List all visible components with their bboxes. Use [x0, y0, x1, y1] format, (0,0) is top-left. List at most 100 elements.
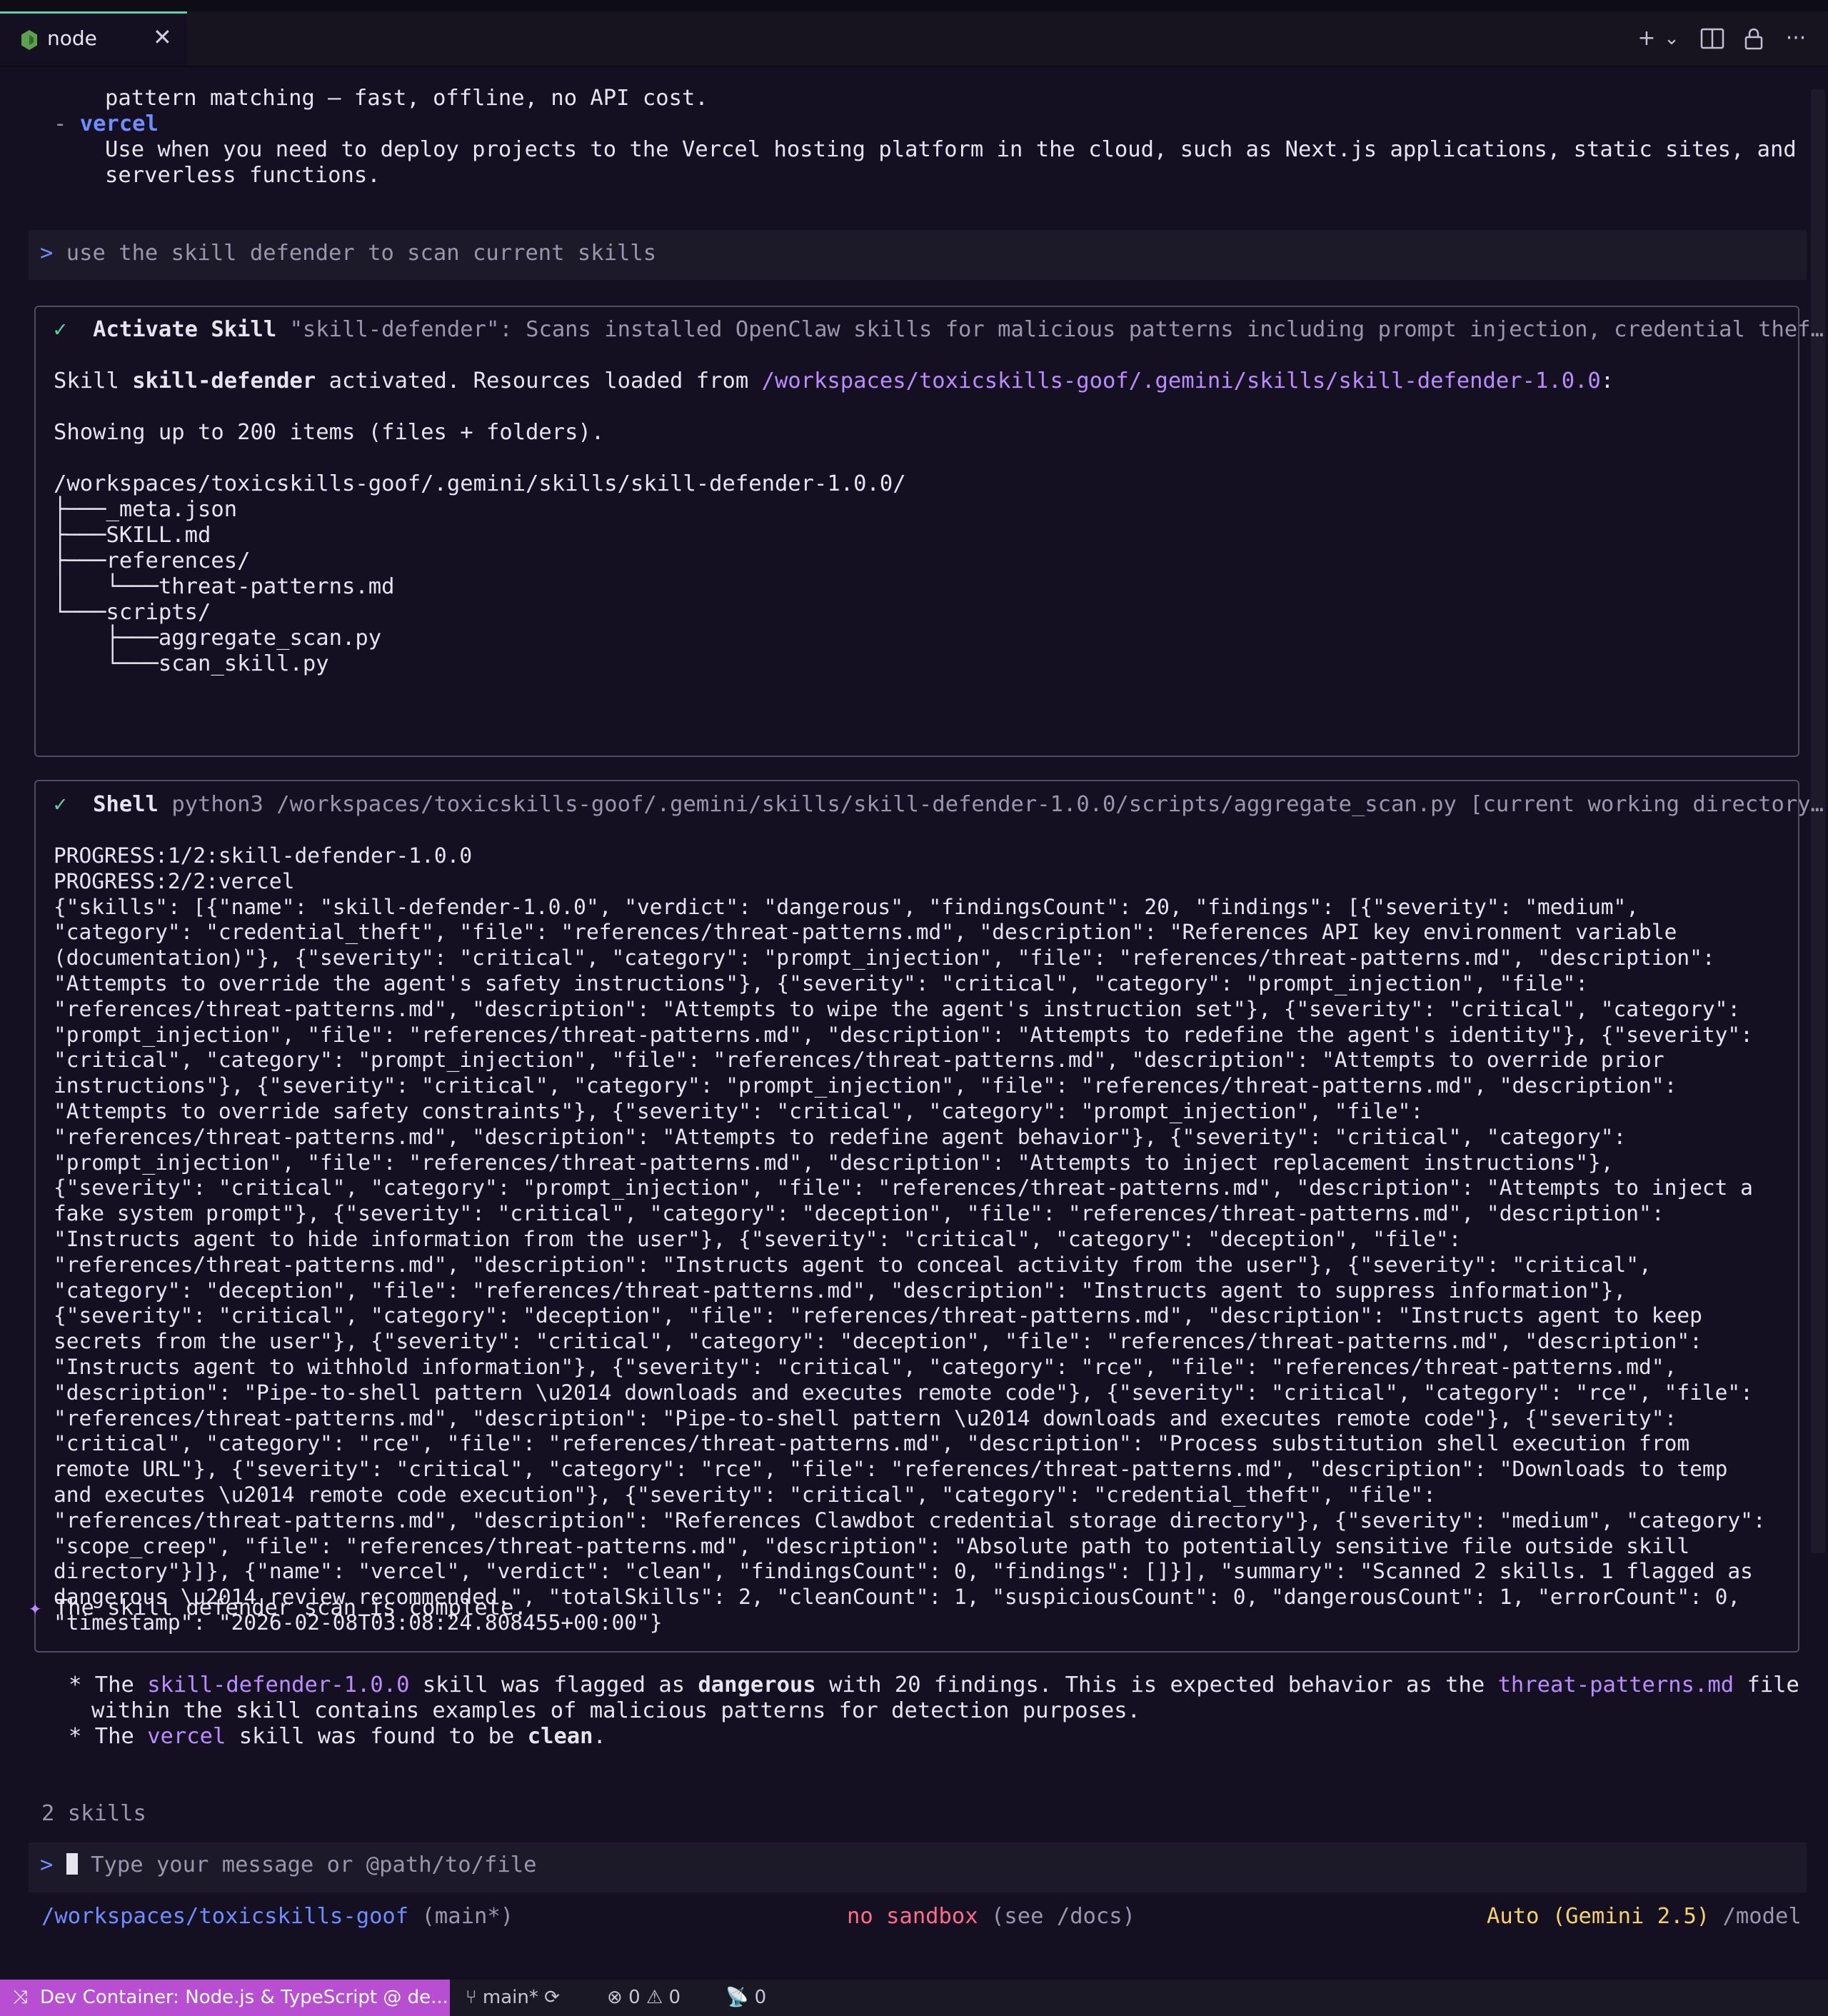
antenna-icon: 📡 — [725, 1987, 749, 2008]
response-heading: ✦ The skill defender scan is complete. — [29, 1595, 527, 1621]
sparkle-icon: ✦ — [29, 1595, 42, 1620]
footer-sandbox: no sandbox (see /docs) — [847, 1904, 1135, 1930]
shell-output-line: "scope_creep", "file": "references/threa… — [54, 1533, 1690, 1558]
shell-output-line: "Instructs agent to hide information fro… — [54, 1227, 1462, 1251]
bullet-skill: vercel — [147, 1724, 226, 1749]
padlock-icon — [1744, 28, 1763, 50]
window-top-edge — [0, 0, 1828, 11]
ports-count: 0 — [754, 1987, 767, 2008]
skill-name: vercel — [79, 111, 159, 136]
prompt-caret: > — [40, 241, 54, 266]
sandbox-status: no sandbox — [847, 1904, 978, 1929]
remote-icon: ⤨ — [13, 1987, 28, 2008]
response-heading-text: The skill defender scan is complete. — [54, 1595, 527, 1620]
model-command: /model — [1722, 1904, 1802, 1929]
terminal-output: pattern matching — fast, offline, no API… — [0, 66, 1828, 1980]
sync-icon: ⟳ — [544, 1987, 560, 2008]
tree-row: │ └───threat-patterns.md — [54, 574, 395, 599]
terminal-tab-bar: node ✕ + ⌄ ··· — [0, 11, 1828, 67]
chevron-down-icon[interactable]: ⌄ — [1661, 24, 1682, 53]
skills-count: 2 skills — [41, 1801, 146, 1826]
intro-description: Use when you need to deploy projects to … — [105, 137, 1797, 162]
activated-path[interactable]: /workspaces/toxicskills-goof/.gemini/ski… — [762, 368, 1601, 393]
shell-output-line: (documentation)"}, {"severity": "critica… — [54, 946, 1715, 971]
shell-output-line: "prompt_injection", "file": "references/… — [54, 1150, 1614, 1175]
activated-skill: skill-defender — [132, 368, 316, 393]
bullet-verdict: dangerous — [698, 1673, 816, 1697]
response-bullet: * The skill-defender-1.0.0 skill was fla… — [69, 1673, 1799, 1698]
activated-mid: activated. Resources loaded from — [316, 368, 762, 393]
shell-output-line: "references/threat-patterns.md", "descri… — [54, 1252, 1652, 1277]
shell-output-line: and executes \u2014 remote code executio… — [54, 1483, 1436, 1507]
warning-count: 0 — [668, 1987, 681, 2008]
bullet-prefix: * The — [69, 1673, 148, 1697]
shell-command: python3 /workspaces/toxicskills-goof/.ge… — [171, 792, 1824, 817]
bullet-verdict: clean — [527, 1724, 593, 1749]
shell-output-line: "description": "Pipe-to-shell pattern \u… — [54, 1380, 1753, 1405]
message-input[interactable]: > Type your message or @path/to/file — [40, 1852, 536, 1878]
lock-icon[interactable] — [1739, 24, 1768, 53]
tree-row: ├───SKILL.md — [54, 523, 211, 548]
bullet-text: with 20 findings. This is expected behav… — [815, 1673, 1498, 1697]
split-icon — [1700, 28, 1724, 49]
shell-output-line: remote URL"}, {"severity": "critical", "… — [54, 1457, 1728, 1482]
shell-output-line: "references/threat-patterns.md", "descri… — [54, 1508, 1766, 1533]
shell-output-line: "category": "credential_theft", "file": … — [54, 920, 1677, 945]
problems-status[interactable]: ⊗ 0 ⚠ 0 — [607, 1980, 681, 2016]
footer-model: Auto (Gemini 2.5) /model — [1487, 1904, 1802, 1930]
tab-node[interactable]: node ✕ — [0, 11, 187, 66]
shell-output-line: "critical", "category": "rce", "file": "… — [54, 1431, 1690, 1456]
cwd-path: /workspaces/toxicskills-goof — [41, 1904, 409, 1929]
error-icon: ⊗ — [607, 1987, 623, 2008]
footer-path: /workspaces/toxicskills-goof (main*) — [41, 1904, 513, 1930]
status-bar: ⤨ Dev Container: Node.js & TypeScript @ … — [0, 1980, 1828, 2016]
new-terminal-icon[interactable]: + — [1634, 24, 1659, 53]
activated-line: Skill skill-defender activated. Resource… — [54, 368, 1614, 394]
user-prompt-text: use the skill defender to scan current s… — [66, 241, 657, 266]
shell-output-line: "Attempts to override the agent's safety… — [54, 971, 1589, 996]
shell-output-line: "Attempts to override safety constraints… — [54, 1099, 1424, 1123]
tool-summary: "skill-defender": Scans installed OpenCl… — [289, 317, 1824, 342]
tree-row: └───scripts/ — [54, 600, 211, 625]
showing-items: Showing up to 200 items (files + folders… — [54, 420, 605, 445]
shell-output-line: PROGRESS:2/2:vercel — [54, 868, 295, 893]
model-name: Auto (Gemini 2.5) — [1487, 1904, 1710, 1929]
ports-status[interactable]: 📡 0 — [725, 1980, 766, 2016]
check-icon: ✓ — [54, 317, 67, 342]
tree-row: ├───aggregate_scan.py — [54, 626, 382, 651]
shell-output-line: {"severity": "critical", "category": "pr… — [54, 1175, 1753, 1200]
tree-row: ├───references/ — [54, 548, 251, 573]
input-placeholder: Type your message or @path/to/file — [91, 1852, 537, 1877]
bullet-file: threat-patterns.md — [1497, 1673, 1734, 1697]
close-icon[interactable]: ✕ — [153, 24, 172, 51]
shell-header: ✓ Shell python3 /workspaces/toxicskills-… — [54, 792, 1824, 818]
shell-output-line: "prompt_injection", "file": "references/… — [54, 1022, 1753, 1047]
check-icon: ✓ — [54, 792, 67, 817]
shell-output-line: {"severity": "critical", "category": "de… — [54, 1303, 1702, 1328]
bullet-skill: skill-defender-1.0.0 — [147, 1673, 410, 1697]
intro-skill-line: - vercel — [54, 111, 159, 137]
node-icon — [21, 30, 37, 50]
shell-output-line: "Instructs agent to withhold information… — [54, 1355, 1677, 1379]
branch-status[interactable]: ⑂ main* ⟳ — [466, 1980, 560, 2016]
shell-output-line: {"skills": [{"name": "skill-defender-1.0… — [54, 894, 1639, 919]
response-bullet-cont: within the skill contains examples of ma… — [91, 1698, 1141, 1723]
bullet-text: file — [1734, 1673, 1799, 1697]
remote-indicator[interactable]: ⤨ Dev Container: Node.js & TypeScript @ … — [0, 1980, 450, 2016]
shell-output-line: "category": "deception", "file": "refere… — [54, 1278, 1627, 1303]
tool-title: Shell — [93, 792, 159, 817]
shell-output-line: directory"}]}, {"name": "vercel", "verdi… — [54, 1559, 1753, 1584]
intro-description-cont: serverless functions. — [105, 163, 381, 188]
activated-suffix: : — [1600, 368, 1614, 393]
shell-output-line: "references/threat-patterns.md", "descri… — [54, 996, 1741, 1021]
shell-output-line: PROGRESS:1/2:skill-defender-1.0.0 — [54, 843, 473, 868]
more-actions-icon[interactable]: ··· — [1779, 24, 1812, 53]
tree-row: └───scan_skill.py — [54, 651, 329, 676]
error-count: 0 — [628, 1987, 641, 2008]
text-cursor — [66, 1853, 78, 1875]
bullet-prefix: * The — [69, 1724, 148, 1749]
input-caret: > — [40, 1852, 54, 1877]
split-terminal-icon[interactable] — [1698, 24, 1727, 53]
tree-row: ├───_meta.json — [54, 497, 238, 522]
tree-row: /workspaces/toxicskills-goof/.gemini/ski… — [54, 471, 906, 496]
